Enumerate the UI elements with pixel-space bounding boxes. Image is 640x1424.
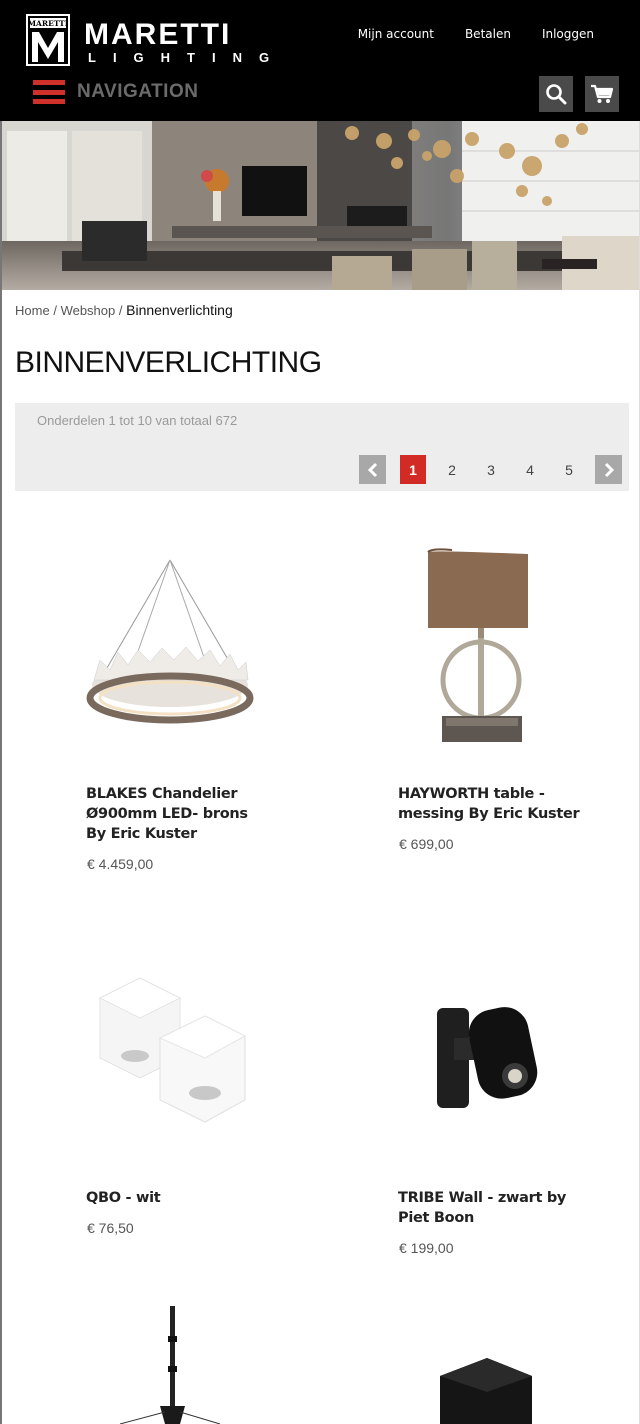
product-name[interactable]: HAYWORTH table - messing By Eric Kuster <box>398 784 583 824</box>
navigation-toggle[interactable]: NAVIGATION <box>33 80 198 104</box>
listing-toolbar: Onderdelen 1 tot 10 van totaal 672 1 2 3… <box>15 403 629 491</box>
breadcrumb-current: Binnenverlichting <box>126 302 233 318</box>
product-image[interactable] <box>80 520 260 760</box>
site-header: MARETTI MARETTI LIGHTING Mijn account Be… <box>0 0 640 121</box>
page-4-button[interactable]: 4 <box>517 455 543 484</box>
pendant-chain-image <box>119 1306 221 1424</box>
pagination: 1 2 3 4 5 <box>359 455 622 484</box>
hero-banner <box>2 121 640 290</box>
ceiling-spot-image <box>98 977 247 1123</box>
search-icon <box>546 84 567 105</box>
brand-logo[interactable]: MARETTI MARETTI LIGHTING <box>26 14 301 66</box>
black-block-lamp-image <box>440 1358 532 1424</box>
breadcrumb: Home / Webshop / Binnenverlichting <box>15 302 233 318</box>
product-price: € 199,00 <box>399 1240 454 1256</box>
search-button[interactable] <box>539 76 573 112</box>
wall-spot-image <box>437 1007 538 1108</box>
chandelier-image <box>86 559 254 724</box>
logo-wordmark: MARETTI <box>84 18 231 51</box>
next-page-button[interactable] <box>595 455 622 484</box>
product-name[interactable]: QBO - wit <box>86 1188 271 1208</box>
page-3-button[interactable]: 3 <box>478 455 504 484</box>
product-price: € 4.459,00 <box>87 856 154 872</box>
breadcrumb-separator: / <box>118 303 123 318</box>
product-image-partial[interactable] <box>392 1306 572 1424</box>
page-1-button[interactable]: 1 <box>400 455 426 484</box>
page-title: BINNENVERLICHTING <box>15 346 322 379</box>
cart-button[interactable] <box>585 76 619 112</box>
maretti-logo: MARETTI MARETTI LIGHTING <box>26 14 286 66</box>
account-links: Mijn account Betalen Inloggen <box>358 27 594 41</box>
link-login[interactable]: Inloggen <box>542 27 594 41</box>
product-image[interactable] <box>392 928 572 1168</box>
navigation-label: NAVIGATION <box>77 81 199 102</box>
product-image-partial[interactable] <box>80 1306 260 1424</box>
product-image[interactable] <box>392 520 572 760</box>
previous-page-button[interactable] <box>359 455 386 484</box>
breadcrumb-separator: / <box>53 303 57 318</box>
page-2-button[interactable]: 2 <box>439 455 465 484</box>
link-my-account[interactable]: Mijn account <box>358 27 434 41</box>
hamburger-icon <box>33 80 65 104</box>
product-price: € 76,50 <box>87 1220 134 1236</box>
breadcrumb-webshop[interactable]: Webshop <box>61 303 116 318</box>
breadcrumb-home[interactable]: Home <box>15 303 50 318</box>
link-checkout[interactable]: Betalen <box>465 27 511 41</box>
page-5-button[interactable]: 5 <box>556 455 582 484</box>
chevron-left-icon <box>367 462 377 477</box>
cart-icon <box>591 84 614 103</box>
logo-subtitle: LIGHTING <box>88 50 286 65</box>
logo-emblem-text: MARETTI <box>28 19 69 28</box>
product-image[interactable] <box>80 928 260 1168</box>
item-count: Onderdelen 1 tot 10 van totaal 672 <box>37 413 238 428</box>
chevron-right-icon <box>604 462 614 477</box>
product-name[interactable]: TRIBE Wall - zwart by Piet Boon <box>398 1188 583 1228</box>
hero-interior-image <box>2 121 640 290</box>
left-border <box>0 121 2 1424</box>
table-lamp-image <box>427 548 528 742</box>
product-name[interactable]: BLAKES Chandelier Ø900mm LED- brons By E… <box>86 784 271 844</box>
product-price: € 699,00 <box>399 836 454 852</box>
